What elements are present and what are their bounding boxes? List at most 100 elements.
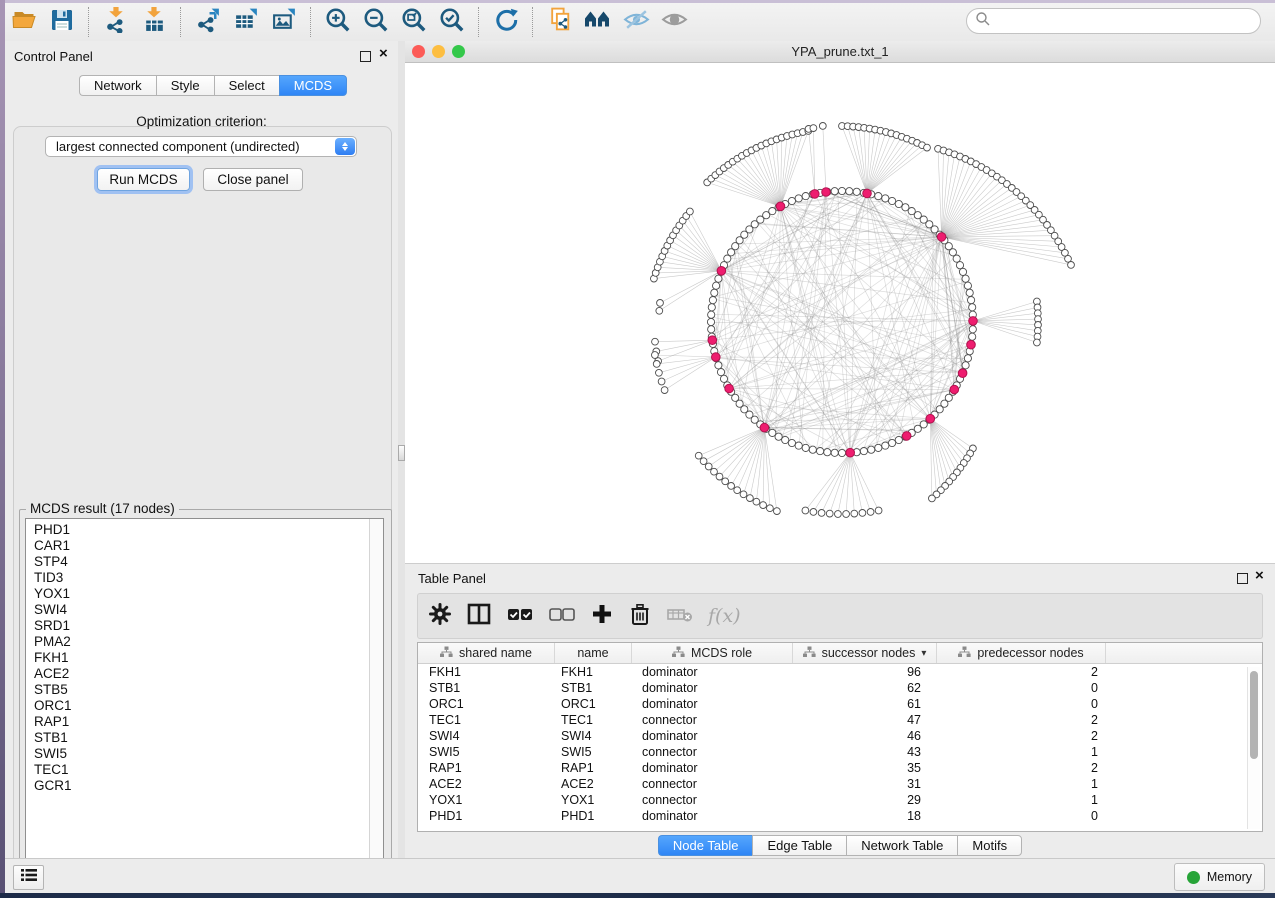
first-neighbors-button[interactable]: [581, 6, 615, 38]
zoom-fit-button[interactable]: [397, 6, 431, 38]
float-table-panel-icon[interactable]: [1237, 573, 1248, 584]
table-row[interactable]: ACE2ACE2connector311: [418, 776, 1262, 792]
network-window-titlebar[interactable]: YPA_prune.txt_1: [405, 41, 1275, 63]
zoom-out-button[interactable]: [359, 6, 393, 38]
table-row[interactable]: SWI5SWI5connector431: [418, 744, 1262, 760]
network-search-box[interactable]: [966, 8, 1261, 34]
list-item[interactable]: STB5: [26, 682, 369, 698]
list-item[interactable]: ACE2: [26, 666, 369, 682]
criterion-value: largest connected component (undirected): [46, 139, 335, 154]
table-cell: ORC1: [555, 697, 632, 711]
table-row[interactable]: SWI4SWI4dominator462: [418, 728, 1262, 744]
node-table: shared namenameMCDS rolesuccessor nodes▾…: [417, 642, 1263, 832]
refresh-network-button[interactable]: [489, 6, 523, 38]
network-canvas[interactable]: [405, 63, 1275, 563]
tab-edge-table[interactable]: Edge Table: [752, 835, 846, 856]
table-scrollbar[interactable]: [1247, 667, 1260, 829]
search-input[interactable]: [991, 13, 1260, 30]
close-panel-icon[interactable]: ×: [379, 49, 388, 59]
result-list-scrollbar[interactable]: [369, 519, 383, 872]
delete-table-button[interactable]: [666, 601, 694, 631]
delete-column-button[interactable]: [628, 601, 652, 631]
export-image-button[interactable]: [267, 6, 301, 38]
export-table-button[interactable]: [229, 6, 263, 38]
tab-node-table[interactable]: Node Table: [658, 835, 753, 856]
column-header-successor-nodes[interactable]: successor nodes▾: [793, 643, 937, 663]
table-row[interactable]: STB1STB1dominator620: [418, 680, 1262, 696]
zoom-selected-button[interactable]: [435, 6, 469, 38]
float-panel-icon[interactable]: [360, 51, 371, 62]
tab-motifs[interactable]: Motifs: [957, 835, 1022, 856]
table-cell: 46: [793, 729, 937, 743]
close-panel-button[interactable]: Close panel: [203, 168, 303, 191]
hide-selected-button[interactable]: [619, 6, 653, 38]
list-item[interactable]: STB1: [26, 730, 369, 746]
task-history-button[interactable]: [13, 865, 44, 890]
table-row[interactable]: TEC1TEC1connector472: [418, 712, 1262, 728]
list-item[interactable]: SWI4: [26, 602, 369, 618]
list-item[interactable]: ORC1: [26, 698, 369, 714]
save-icon: [49, 7, 75, 38]
list-item[interactable]: RAP1: [26, 714, 369, 730]
table-row[interactable]: PHD1PHD1dominator180: [418, 808, 1262, 824]
table-row[interactable]: ORC1ORC1dominator610: [418, 696, 1262, 712]
table-cell: 43: [793, 745, 937, 759]
memory-button[interactable]: Memory: [1174, 863, 1265, 891]
mcds-result-list[interactable]: PHD1CAR1STP4TID3YOX1SWI4SRD1PMA2FKH1ACE2…: [25, 518, 384, 873]
column-header-MCDS-role[interactable]: MCDS role: [632, 643, 793, 663]
list-item[interactable]: TID3: [26, 570, 369, 586]
list-item[interactable]: PMA2: [26, 634, 369, 650]
mcds-result-title: MCDS result (17 nodes): [26, 501, 179, 516]
import-network-button[interactable]: [99, 6, 133, 38]
mcds-result-groupbox: MCDS result (17 nodes) PHD1CAR1STP4TID3Y…: [19, 509, 392, 883]
table-row[interactable]: FKH1FKH1dominator962: [418, 664, 1262, 680]
list-item[interactable]: YOX1: [26, 586, 369, 602]
tab-network-table[interactable]: Network Table: [846, 835, 957, 856]
delete-table-icon: [666, 602, 694, 631]
checked-boxes-icon: [506, 602, 534, 631]
tab-network[interactable]: Network: [79, 75, 156, 96]
panel-splitter[interactable]: [398, 41, 405, 858]
list-item[interactable]: FKH1: [26, 650, 369, 666]
deselect-all-rows-button[interactable]: [548, 601, 576, 631]
unchecked-boxes-icon: [548, 602, 576, 631]
tab-style[interactable]: Style: [156, 75, 214, 96]
splitter-handle-icon[interactable]: [398, 445, 405, 461]
sort-desc-icon: ▾: [921, 648, 926, 659]
list-item[interactable]: STP4: [26, 554, 369, 570]
open-file-button[interactable]: [7, 6, 41, 38]
list-item[interactable]: PHD1: [26, 522, 369, 538]
save-session-button[interactable]: [45, 6, 79, 38]
list-item[interactable]: TEC1: [26, 762, 369, 778]
zoom-fit-icon: [400, 6, 428, 39]
network-window-title: YPA_prune.txt_1: [405, 44, 1275, 59]
tab-mcds[interactable]: MCDS: [279, 75, 347, 96]
copy-network-button[interactable]: [543, 6, 577, 38]
table-cell: PHD1: [555, 809, 632, 823]
table-cell: SWI4: [555, 729, 632, 743]
function-builder-button[interactable]: f(x): [708, 601, 741, 631]
show-all-button[interactable]: [657, 6, 691, 38]
table-row[interactable]: YOX1YOX1connector291: [418, 792, 1262, 808]
list-item[interactable]: GCR1: [26, 778, 369, 794]
show-columns-button[interactable]: [466, 601, 492, 631]
create-column-button[interactable]: [590, 601, 614, 631]
import-table-button[interactable]: [137, 6, 171, 38]
run-mcds-button[interactable]: Run MCDS: [97, 168, 190, 191]
table-row[interactable]: RAP1RAP1dominator352: [418, 760, 1262, 776]
list-item[interactable]: SRD1: [26, 618, 369, 634]
select-all-rows-button[interactable]: [506, 601, 534, 631]
zoom-in-button[interactable]: [321, 6, 355, 38]
zoom-in-icon: [324, 6, 352, 39]
column-header-predecessor-nodes[interactable]: predecessor nodes: [937, 643, 1106, 663]
column-header-shared-name[interactable]: shared name: [418, 643, 555, 663]
tab-select[interactable]: Select: [214, 75, 279, 96]
list-item[interactable]: CAR1: [26, 538, 369, 554]
close-table-panel-icon[interactable]: ×: [1255, 571, 1264, 581]
criterion-dropdown[interactable]: largest connected component (undirected): [45, 136, 357, 157]
column-header-name[interactable]: name: [555, 643, 632, 663]
list-item[interactable]: SWI5: [26, 746, 369, 762]
table-scrollbar-thumb[interactable]: [1250, 671, 1258, 759]
export-network-button[interactable]: [191, 6, 225, 38]
column-settings-button[interactable]: [428, 601, 452, 631]
